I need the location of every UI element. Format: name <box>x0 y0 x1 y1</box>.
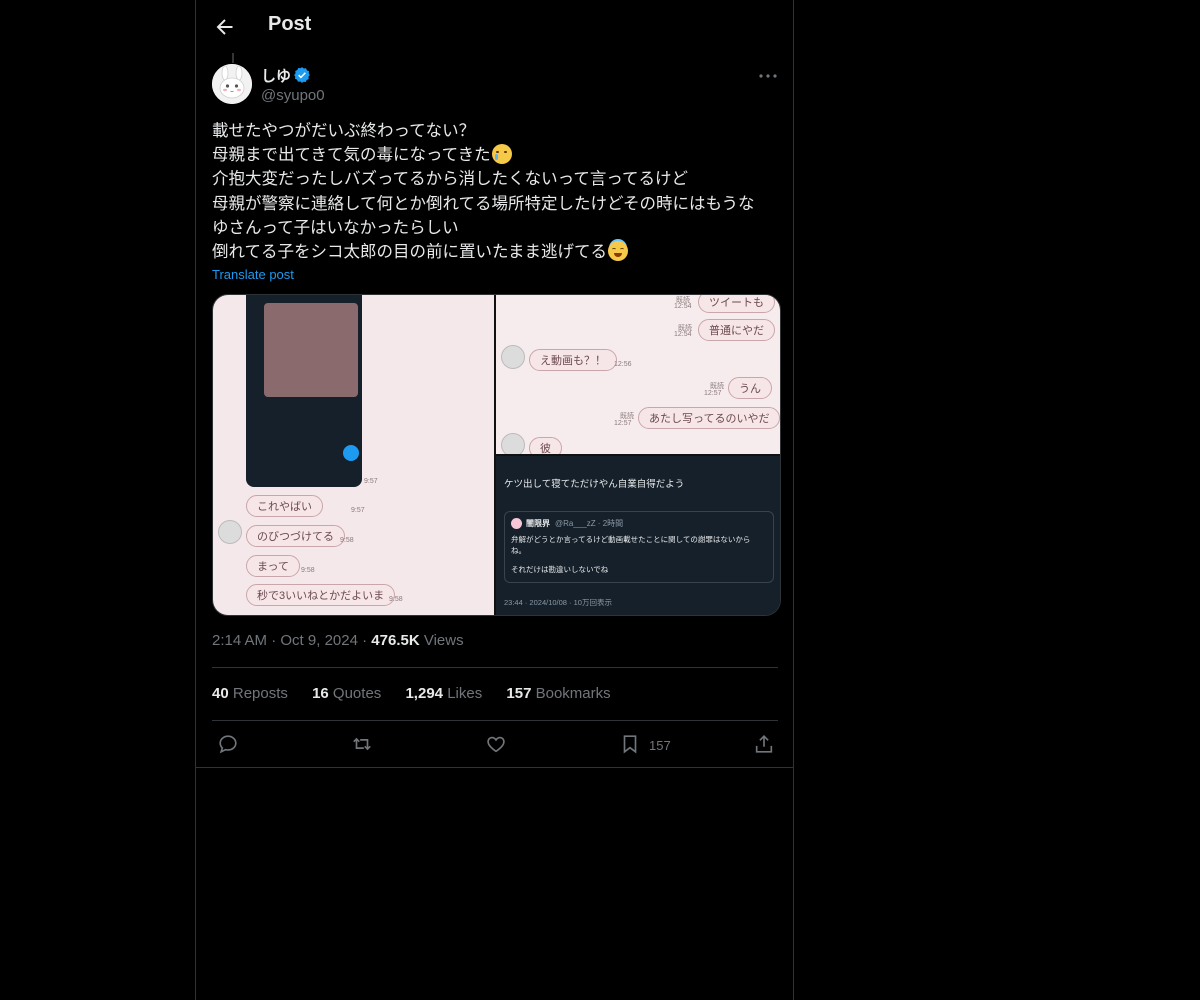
tweet-line: 介抱大変だったしバズってるから消したくないって言ってるけど <box>212 170 689 189</box>
share-button[interactable] <box>753 733 775 757</box>
top-header: Post <box>196 0 793 53</box>
quote-line: ね。 <box>511 546 526 555</box>
timestamp: 9:57 <box>351 507 365 514</box>
chat-bubble: 秒で3いいねとかだよいま <box>246 584 396 606</box>
crying-smile-emoji-icon <box>491 144 512 165</box>
timestamp: 12:57 <box>614 420 632 427</box>
post-column: Post しゆ @syupo0 載せたやつがだいぶ終わってない？ 母親まで出てき… <box>195 0 794 1000</box>
tweet-line: 倒れてる子をシコ太郎の目の前に置いたまま逃げてる <box>212 240 782 264</box>
video-thumbnail <box>264 303 358 397</box>
timestamp: 12:54 <box>674 303 692 310</box>
halo-smile-emoji-icon <box>608 241 629 262</box>
chat-bubble: のびつづけてる <box>246 525 345 547</box>
divider <box>196 767 793 768</box>
screenshot-tweet-text: ケツ出して寝てただけやん自業自得だよう <box>504 479 685 490</box>
tweet-line: ゆさんって子はいなかったらしい <box>212 218 459 237</box>
media-image-1[interactable]: 9:57 これやばい 9:57 のびつづけてる 9:58 まって 9:58 秒で… <box>213 295 494 615</box>
chat-bubble: まって <box>246 555 301 577</box>
chat-bubble: え動画も？！ <box>529 349 617 371</box>
verified-badge-icon <box>294 67 310 83</box>
divider <box>212 667 778 668</box>
compose-fab <box>343 445 359 461</box>
back-arrow-icon[interactable] <box>213 15 237 39</box>
bookmark-icon <box>623 735 637 754</box>
views-count: 476.5K <box>371 632 420 649</box>
meta-separator: · <box>271 632 281 649</box>
timestamp: 9:58 <box>389 596 403 603</box>
bookmark-count: 157 <box>649 738 671 753</box>
post-date[interactable]: Oct 9, 2024 <box>280 632 358 649</box>
screenshot-footer: 23:44 · 2024/10/08 · 10万回表示 <box>504 598 612 607</box>
reposts-stat[interactable]: 40 Reposts <box>212 685 288 702</box>
chat-bubble: うん <box>728 377 772 399</box>
repost-icon <box>353 737 371 751</box>
timestamp: 9:57 <box>364 478 378 485</box>
media-image-3[interactable]: ケツ出して寝てただけやん自業自得だよう 闇限界 @Ra___zZ · 2時間 弁… <box>496 456 780 615</box>
tweet-text: 載せたやつがだいぶ終わってない？ 母親まで出てきて気の毒になってきた 介抱大変だ… <box>212 119 782 264</box>
post-time[interactable]: 2:14 AM <box>212 632 267 649</box>
reply-icon <box>219 735 237 754</box>
repost-button[interactable] <box>351 733 373 757</box>
tweet-line: 載せたやつがだいぶ終わってない？ <box>212 122 476 140</box>
post-meta: 2:14 AM · Oct 9, 2024 · 476.5K Views <box>212 632 464 649</box>
tweet-line: 母親が警察に連絡して何とか倒れてる場所特定したけどその時にはもうな <box>212 194 755 213</box>
chat-bubble: あたし写ってるのいやだ <box>638 407 780 429</box>
screenshot-quote-card: 闇限界 @Ra___zZ · 2時間 弁解がどうとか言ってるけど動画載せたことに… <box>504 511 774 583</box>
chat-bubble: 彼 <box>529 437 562 454</box>
quote-name: 闇限界 <box>526 519 550 528</box>
bookmarks-stat[interactable]: 157 Bookmarks <box>506 685 610 702</box>
reply-button[interactable] <box>217 733 239 757</box>
chat-avatar <box>501 345 525 369</box>
divider <box>212 720 778 721</box>
quote-handle: @Ra___zZ · 2時間 <box>555 519 624 528</box>
chat-avatar <box>501 433 525 454</box>
engagement-stats: 40 Reposts 16 Quotes 1,294 Likes 157 Boo… <box>212 685 631 702</box>
author-name[interactable]: しゆ <box>261 65 291 86</box>
quotes-stat[interactable]: 16 Quotes <box>312 685 381 702</box>
chat-avatar <box>218 520 242 544</box>
page-title: Post <box>268 13 312 35</box>
translate-post-link[interactable]: Translate post <box>212 267 294 282</box>
share-icon <box>755 735 773 753</box>
timestamp: 12:54 <box>674 331 692 338</box>
like-icon <box>487 736 505 753</box>
timestamp: 12:56 <box>614 361 632 368</box>
tweet-line: 母親まで出てきて気の毒になってきた <box>212 143 782 167</box>
more-icon[interactable] <box>756 64 780 88</box>
media-image-2[interactable]: 既読 12:54 ツイートも 既読 12:54 普通にやだ え動画も？！ 12:… <box>496 295 780 454</box>
avatar[interactable] <box>212 64 252 104</box>
views-label: Views <box>423 632 464 649</box>
quote-line: それだけは勘違いしないでね <box>511 565 609 574</box>
meta-separator: · <box>362 632 372 649</box>
quote-avatar <box>511 518 522 529</box>
likes-stat[interactable]: 1,294 Likes <box>405 685 482 702</box>
screenshot-phone <box>246 295 362 487</box>
timestamp: 12:57 <box>704 390 722 397</box>
timestamp: 9:58 <box>301 567 315 574</box>
timestamp: 9:58 <box>340 537 354 544</box>
chat-bubble: これやばい <box>246 495 323 517</box>
bookmark-button[interactable]: 157 <box>619 733 671 757</box>
chat-bubble: 普通にやだ <box>698 319 775 341</box>
author-handle[interactable]: @syupo0 <box>261 87 325 104</box>
quote-line: 弁解がどうとか言ってるけど動画載せたことに関しての謝罪はないから <box>511 535 751 544</box>
like-button[interactable] <box>485 733 507 757</box>
chat-bubble: ツイートも <box>698 295 775 313</box>
media-grid[interactable]: 9:57 これやばい 9:57 のびつづけてる 9:58 まって 9:58 秒で… <box>212 294 781 616</box>
thread-line <box>232 53 234 63</box>
